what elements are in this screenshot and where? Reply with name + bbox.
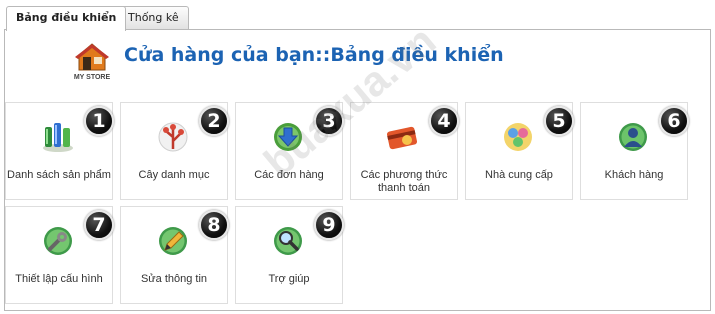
tile-label: Nhà cung cấp xyxy=(485,169,553,181)
tab-statistics[interactable]: Thống kê xyxy=(118,6,189,29)
page-title: Cửa hàng của bạn::Bảng điều khiển xyxy=(124,44,504,66)
tile-number-badge: 2 xyxy=(199,106,229,136)
edit-info-icon xyxy=(155,223,191,259)
tile-label: Thiết lập cấu hình xyxy=(15,273,103,285)
products-icon xyxy=(40,119,76,155)
tile-label: Trợ giúp xyxy=(268,273,310,285)
tab-bar: Bảng điều khiển Thống kê xyxy=(0,0,715,31)
tile-orders[interactable]: 3 Các đơn hàng xyxy=(235,102,344,200)
tile-label: Các phương thức thanh toán xyxy=(360,169,448,194)
logo-text: MY STORE xyxy=(74,74,111,81)
tile-help[interactable]: 9 Trợ giúp xyxy=(235,206,344,304)
tab-dashboard[interactable]: Bảng điều khiển xyxy=(6,6,127,31)
tile-number-badge: 8 xyxy=(199,210,229,240)
tile-label: Cây danh mục xyxy=(138,169,210,181)
orders-icon xyxy=(270,119,306,155)
tile-label: Các đơn hàng xyxy=(254,169,324,181)
tile-suppliers[interactable]: 5 Nhà cung cấp xyxy=(465,102,574,200)
tile-label: Khách hàng xyxy=(604,169,664,181)
tile-number-badge: 4 xyxy=(429,106,459,136)
tile-label: Danh sách sản phẩm xyxy=(7,169,111,181)
tile-label: Sửa thông tin xyxy=(140,273,208,285)
tile-number-badge: 7 xyxy=(84,210,114,240)
tile-number-badge: 1 xyxy=(84,106,114,136)
tile-number-badge: 6 xyxy=(659,106,689,136)
help-icon xyxy=(270,223,306,259)
tile-customers[interactable]: 6 Khách hàng xyxy=(580,102,689,200)
configuration-icon xyxy=(40,223,76,259)
payment-methods-icon xyxy=(385,119,421,155)
tile-number-badge: 3 xyxy=(314,106,344,136)
tile-payment-methods[interactable]: 4 Các phương thức thanh toán xyxy=(350,102,459,200)
my-store-logo: MY STORE xyxy=(72,43,112,81)
category-tree-icon xyxy=(155,119,191,155)
tile-edit-info[interactable]: 8 Sửa thông tin xyxy=(120,206,229,304)
tile-number-badge: 5 xyxy=(544,106,574,136)
suppliers-icon xyxy=(500,119,536,155)
tile-category-tree[interactable]: 2 Cây danh mục xyxy=(120,102,229,200)
tile-products[interactable]: 1 Danh sách sản phẩm xyxy=(5,102,114,200)
tile-configuration[interactable]: 7 Thiết lập cấu hình xyxy=(5,206,114,304)
customers-icon xyxy=(615,119,651,155)
tile-number-badge: 9 xyxy=(314,210,344,240)
